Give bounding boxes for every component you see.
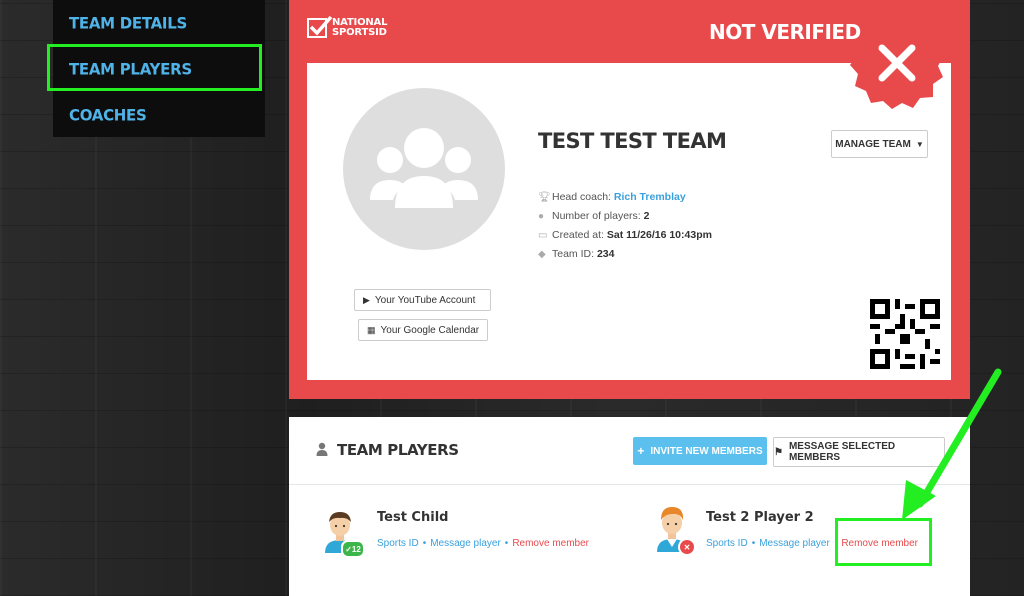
- user-icon: [316, 442, 328, 456]
- message-player-link[interactable]: Message player: [759, 538, 830, 549]
- plus-icon: +: [637, 444, 645, 458]
- created-at-label: Created at:: [552, 229, 604, 241]
- message-player-link[interactable]: Message player: [430, 538, 501, 549]
- team-avatar: [343, 88, 505, 250]
- age-badge-value: 12: [351, 544, 361, 554]
- players-count-value: 2: [643, 210, 650, 222]
- players-count-label: Number of players:: [552, 210, 641, 222]
- player-name[interactable]: Test Child: [377, 510, 448, 525]
- check-icon: ✓: [345, 544, 352, 554]
- caret-down-icon: ▼: [915, 139, 924, 149]
- google-calendar-label: Your Google Calendar: [380, 324, 480, 336]
- logo-text-line2: SPORTSID: [332, 27, 387, 38]
- annotation-highlight-team-players: [47, 44, 262, 91]
- flag-icon: ⚑: [774, 446, 783, 458]
- team-id-line: ◆ Team ID: 234: [538, 248, 614, 260]
- team-players-title: TEAM PLAYERS: [337, 441, 459, 459]
- team-players-header: TEAM PLAYERS + INVITE NEW MEMBERS ⚑ MESS…: [289, 417, 970, 485]
- team-id-label: Team ID:: [552, 248, 595, 260]
- created-at-value: Sat 11/26/16 10:43pm: [606, 229, 712, 241]
- sports-id-link[interactable]: Sports ID: [706, 538, 748, 549]
- invite-new-members-button[interactable]: + INVITE NEW MEMBERS: [633, 437, 767, 465]
- separator-dot: •: [751, 538, 756, 549]
- calendar-icon: ▦: [367, 324, 376, 335]
- player-name[interactable]: Test 2 Player 2: [706, 510, 814, 525]
- tag-icon: ◆: [538, 249, 546, 260]
- head-coach-line: 🏆︎Head coach: Rich Tremblay: [538, 191, 686, 203]
- group-icon: [370, 128, 478, 208]
- team-players-panel: TEAM PLAYERS + INVITE NEW MEMBERS ⚑ MESS…: [289, 417, 970, 596]
- team-id-value: 234: [596, 248, 615, 260]
- sports-id-link[interactable]: Sports ID: [377, 538, 419, 549]
- invite-new-members-label: INVITE NEW MEMBERS: [650, 445, 763, 457]
- google-calendar-button[interactable]: ▦ Your Google Calendar: [358, 319, 488, 341]
- team-card: NATIONAL SPORTSID NOT VERIFIED ▶ Your Yo…: [289, 0, 970, 399]
- head-coach-link[interactable]: Rich Tremblay: [614, 191, 686, 203]
- head-coach-label: Head coach:: [552, 191, 611, 203]
- sidebar-item-team-details[interactable]: TEAM DETAILS: [69, 13, 187, 32]
- logo-check-icon: [307, 15, 333, 38]
- players-count-line: ● Number of players: 2: [538, 210, 649, 222]
- calendar-icon: ▭: [538, 230, 548, 241]
- qr-code: [870, 299, 940, 369]
- not-verified-badge-icon: [850, 15, 944, 109]
- player-actions: Sports ID • Message player • Remove member: [377, 538, 589, 549]
- youtube-account-button[interactable]: ▶ Your YouTube Account: [354, 289, 491, 311]
- annotation-arrow-icon: [902, 368, 1002, 520]
- separator-dot: •: [504, 538, 509, 549]
- remove-member-link[interactable]: Remove member: [512, 538, 589, 549]
- separator-dot: •: [422, 538, 427, 549]
- youtube-account-label: Your YouTube Account: [374, 294, 476, 306]
- trophy-icon: 🏆︎: [538, 192, 551, 203]
- youtube-icon: ▶: [363, 294, 370, 305]
- sidebar-item-coaches[interactable]: COACHES: [69, 105, 147, 124]
- national-sportsid-logo: NATIONAL SPORTSID: [307, 15, 387, 38]
- user-icon: ●: [538, 211, 545, 222]
- manage-team-label: MANAGE TEAM: [835, 138, 911, 150]
- team-name: TEST TEST TEAM: [538, 129, 727, 153]
- created-at-line: ▭ Created at: Sat 11/26/16 10:43pm: [538, 229, 712, 241]
- verification-status: NOT VERIFIED: [709, 20, 861, 44]
- not-verified-status-icon: ✕: [678, 538, 696, 556]
- age-badge: ✓ 12: [341, 540, 365, 558]
- manage-team-dropdown[interactable]: MANAGE TEAM ▼: [831, 130, 928, 158]
